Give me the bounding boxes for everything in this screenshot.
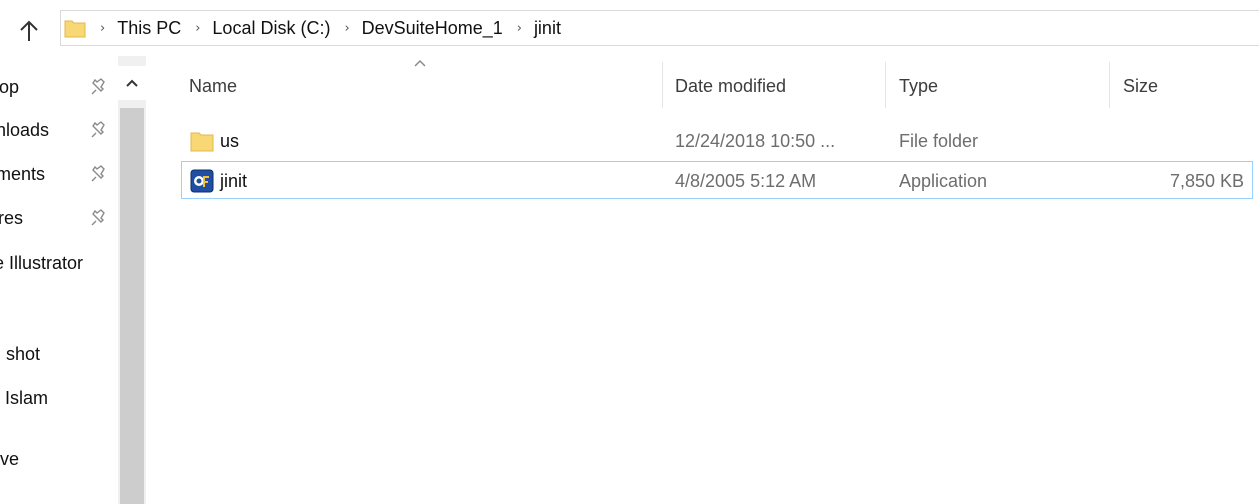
file-type: File folder	[899, 131, 979, 151]
nav-item-label: ive	[0, 449, 20, 469]
pin-icon[interactable]	[88, 119, 110, 141]
breadcrumb-devsuitehome[interactable]: DevSuiteHome_1	[362, 18, 503, 39]
nav-item-label: res	[0, 208, 24, 228]
file-row-jinit[interactable]: jinit 4/8/2005 5:12 AM Application 7,850…	[181, 161, 1253, 199]
nav-item-label: top	[0, 77, 20, 97]
nav-item-label: e Illustrator	[0, 253, 84, 273]
breadcrumb-separator[interactable]: ›	[344, 21, 349, 36]
scrollbar-thumb[interactable]	[120, 108, 144, 504]
breadcrumb-this-pc[interactable]: This PC	[117, 18, 181, 39]
application-icon	[190, 169, 214, 193]
breadcrumb-jinit[interactable]: jinit	[534, 18, 561, 39]
folder-icon	[190, 129, 214, 153]
column-header-type[interactable]: Type	[899, 66, 938, 106]
nav-item-documents[interactable]: ments	[0, 159, 118, 189]
breadcrumb: › This PC › Local Disk (C:) › DevSuiteHo…	[64, 10, 575, 46]
nav-item-screenshot[interactable]: shot	[0, 339, 118, 369]
up-arrow-icon	[20, 20, 38, 41]
navigation-pane: top nloads ments res e Illustrator shot …	[0, 56, 118, 504]
up-arrow-button[interactable]	[16, 18, 42, 44]
pin-icon[interactable]	[88, 163, 110, 185]
nav-scrollbar[interactable]	[118, 56, 146, 504]
nav-item-label: ments	[0, 164, 46, 184]
nav-item-illustrator[interactable]: e Illustrator	[0, 248, 118, 278]
file-name: us	[220, 131, 240, 151]
breadcrumb-separator[interactable]: ›	[195, 21, 200, 36]
column-divider[interactable]	[885, 62, 886, 108]
column-header-name[interactable]: Name	[189, 66, 237, 106]
column-header-size[interactable]: Size	[1123, 66, 1158, 106]
nav-item-label: l Islam	[0, 388, 49, 408]
nav-item-downloads[interactable]: nloads	[0, 115, 118, 145]
file-date: 4/8/2005 5:12 AM	[675, 171, 817, 191]
chevron-up-icon	[126, 79, 138, 87]
breadcrumb-separator[interactable]: ›	[517, 21, 522, 36]
folder-icon	[64, 17, 86, 39]
column-divider[interactable]	[1109, 62, 1110, 108]
file-type: Application	[899, 171, 988, 191]
scroll-up-button[interactable]	[118, 66, 146, 100]
file-row-us[interactable]: us 12/24/2018 10:50 ... File folder	[181, 121, 1253, 159]
column-divider[interactable]	[662, 62, 663, 108]
file-date: 12/24/2018 10:50 ...	[675, 131, 836, 151]
breadcrumb-separator[interactable]: ›	[100, 21, 105, 36]
pin-icon[interactable]	[88, 76, 110, 98]
sort-ascending-icon	[412, 56, 428, 68]
nav-item-label: nloads	[0, 120, 50, 140]
nav-item-desktop[interactable]: top	[0, 72, 118, 102]
nav-item-drive[interactable]: ive	[0, 444, 118, 474]
nav-item-islam[interactable]: l Islam	[0, 383, 118, 413]
column-header-date-modified[interactable]: Date modified	[675, 66, 786, 106]
file-name: jinit	[220, 171, 248, 191]
breadcrumb-local-disk[interactable]: Local Disk (C:)	[212, 18, 330, 39]
nav-item-pictures[interactable]: res	[0, 203, 118, 233]
pin-icon[interactable]	[88, 207, 110, 229]
file-size: 7,850 KB	[1169, 171, 1244, 191]
nav-item-label: shot	[6, 344, 41, 364]
